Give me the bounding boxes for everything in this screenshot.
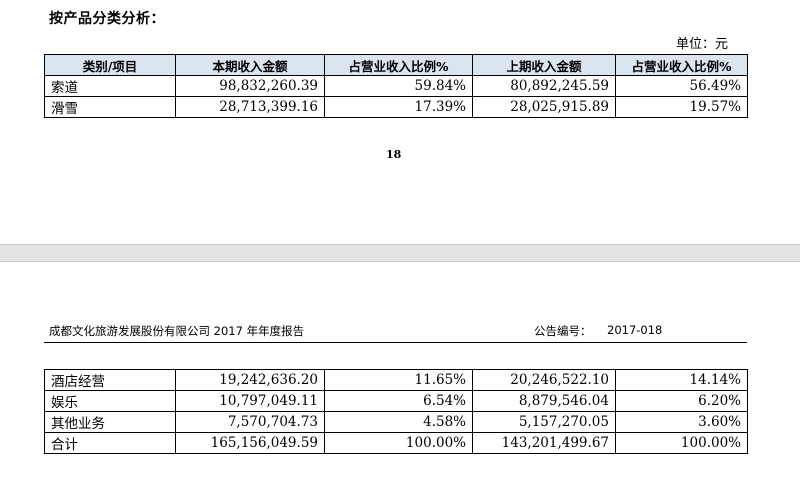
row-current-revenue: 98,832,260.39 xyxy=(175,75,325,97)
row-category: 娱乐 xyxy=(44,390,176,412)
table-row: 酒店经营 19,242,636.20 11.65% 20,246,522.10 … xyxy=(44,369,748,391)
row-category: 合计 xyxy=(44,432,176,454)
table-row: 娱乐 10,797,049.11 6.54% 8,879,546.04 6.20… xyxy=(44,390,748,412)
row-current-ratio: 4.58% xyxy=(324,411,473,433)
row-prior-ratio: 19.57% xyxy=(615,96,748,118)
unit-label: 单位：元 xyxy=(676,37,729,52)
report-header-title: 成都文化旅游发展股份有限公司 2017 年年度报告 xyxy=(49,324,305,338)
row-category: 索道 xyxy=(44,75,176,97)
table-row: 其他业务 7,570,704.73 4.58% 5,157,270.05 3.6… xyxy=(44,411,748,433)
row-current-revenue: 7,570,704.73 xyxy=(175,411,325,433)
row-current-revenue: 28,713,399.16 xyxy=(175,96,325,118)
table-row: 滑雪 28,713,399.16 17.39% 28,025,915.89 19… xyxy=(44,96,748,118)
row-current-revenue: 165,156,049.59 xyxy=(175,432,325,454)
row-current-ratio: 17.39% xyxy=(324,96,473,118)
page-number: 18 xyxy=(386,148,402,161)
header-current-revenue: 本期收入金额 xyxy=(175,54,325,76)
row-prior-ratio: 14.14% xyxy=(615,369,748,391)
row-category: 滑雪 xyxy=(44,96,176,118)
row-prior-ratio: 56.49% xyxy=(615,75,748,97)
revenue-table-part-1: 类别/项目 本期收入金额 占营业收入比例% 上期收入金额 占营业收入比例% 索道… xyxy=(44,54,748,118)
header-category: 类别/项目 xyxy=(44,54,176,76)
row-current-revenue: 10,797,049.11 xyxy=(175,390,325,412)
row-current-ratio: 6.54% xyxy=(324,390,473,412)
row-prior-ratio: 3.60% xyxy=(615,411,748,433)
header-prior-ratio: 占营业收入比例% xyxy=(615,54,748,76)
row-prior-revenue: 5,157,270.05 xyxy=(472,411,616,433)
header-current-ratio: 占营业收入比例% xyxy=(324,54,473,76)
row-prior-revenue: 80,892,245.59 xyxy=(472,75,616,97)
row-current-ratio: 100.00% xyxy=(324,432,473,454)
row-current-revenue: 19,242,636.20 xyxy=(175,369,325,391)
page-break xyxy=(0,244,800,262)
header-divider xyxy=(44,342,747,343)
row-category: 酒店经营 xyxy=(44,369,176,391)
row-prior-revenue: 8,879,546.04 xyxy=(472,390,616,412)
table-total-row: 合计 165,156,049.59 100.00% 143,201,499.67… xyxy=(44,432,748,454)
row-prior-revenue: 28,025,915.89 xyxy=(472,96,616,118)
row-prior-revenue: 20,246,522.10 xyxy=(472,369,616,391)
report-code-label: 公告编号： xyxy=(534,324,592,338)
row-current-ratio: 59.84% xyxy=(324,75,473,97)
row-prior-revenue: 143,201,499.67 xyxy=(472,432,616,454)
report-code: 2017-018 xyxy=(607,323,663,337)
row-current-ratio: 11.65% xyxy=(324,369,473,391)
row-prior-ratio: 100.00% xyxy=(615,432,748,454)
section-title: 按产品分类分析： xyxy=(49,11,165,27)
header-prior-revenue: 上期收入金额 xyxy=(472,54,616,76)
table-header-row: 类别/项目 本期收入金额 占营业收入比例% 上期收入金额 占营业收入比例% xyxy=(44,54,748,76)
row-category: 其他业务 xyxy=(44,411,176,433)
table-row: 索道 98,832,260.39 59.84% 80,892,245.59 56… xyxy=(44,75,748,97)
revenue-table-part-2: 酒店经营 19,242,636.20 11.65% 20,246,522.10 … xyxy=(44,369,748,454)
row-prior-ratio: 6.20% xyxy=(615,390,748,412)
